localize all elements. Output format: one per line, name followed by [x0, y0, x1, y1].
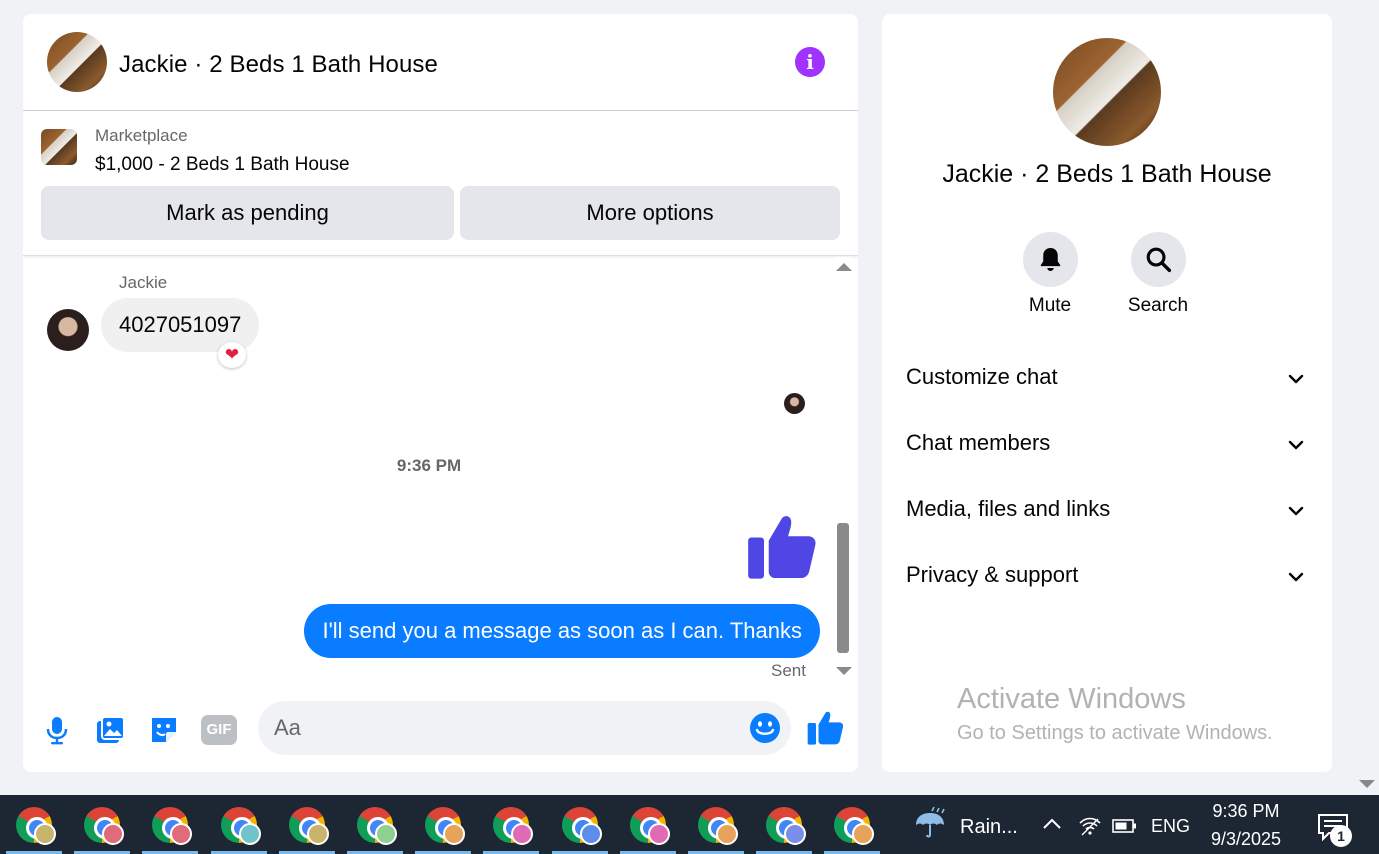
section-label: Chat members	[906, 430, 1051, 455]
taskbar-chrome-profile-5[interactable]	[278, 805, 335, 854]
section-chat-members[interactable]: Chat members	[882, 418, 1332, 468]
profile-badge-icon	[716, 823, 738, 845]
rain-umbrella-icon[interactable]	[912, 805, 948, 841]
thumbs-up-icon[interactable]	[745, 509, 821, 585]
thumbs-up-icon[interactable]	[806, 708, 846, 748]
taskbar-chrome-profile-13[interactable]	[824, 805, 881, 854]
profile-badge-icon	[375, 823, 397, 845]
more-options-button[interactable]: More options	[460, 186, 840, 240]
taskbar-chrome-profile-7[interactable]	[415, 805, 472, 854]
profile-badge-icon	[238, 823, 261, 845]
taskbar-chrome-profile-6[interactable]	[347, 805, 403, 854]
taskbar-chrome-profile-9[interactable]	[551, 805, 608, 854]
scroll-up-arrow[interactable]	[836, 263, 852, 271]
gif-label: GIF	[206, 721, 232, 738]
taskbar-chrome-profile-11[interactable]	[688, 805, 744, 854]
read-receipt-avatar	[784, 393, 805, 414]
windows-taskbar: Rain... ENG 9:36 PM 9/3/2025 1	[0, 795, 1379, 854]
info-icon[interactable]: i	[795, 47, 825, 77]
chevron-up-icon[interactable]	[1041, 813, 1063, 835]
conversation-avatar[interactable]	[47, 32, 107, 92]
section-label: Customize chat	[906, 364, 1058, 389]
search-icon	[1146, 247, 1172, 273]
battery-icon[interactable]	[1112, 817, 1138, 835]
taskbar-chrome-profile-2[interactable]	[74, 805, 131, 854]
sticker-icon[interactable]	[146, 712, 182, 748]
sender-name: Jackie	[119, 273, 168, 292]
chevron-down-icon	[1288, 440, 1304, 450]
conversation-title[interactable]: Jackie · 2 Beds 1 Bath House	[119, 51, 438, 79]
taskbar-chrome-profile-1[interactable]	[6, 805, 62, 854]
conversation-info-panel: Jackie · 2 Beds 1 Bath House Mute Search…	[882, 14, 1332, 772]
emoji-icon[interactable]	[748, 711, 782, 745]
listing-title[interactable]: $1,000 - 2 Beds 1 Bath House	[95, 154, 350, 176]
listing-thumbnail[interactable]	[41, 129, 77, 165]
photo-icon[interactable]	[92, 712, 128, 748]
timestamp-divider: 9:36 PM	[396, 456, 462, 475]
taskbar-chrome-profile-3[interactable]	[142, 805, 199, 854]
heart-reaction-icon[interactable]: ❤	[218, 342, 246, 368]
notification-count-badge: 1	[1330, 825, 1352, 847]
activate-windows-title: Activate Windows	[957, 683, 1186, 715]
sender-avatar[interactable]	[47, 309, 89, 351]
activate-windows-subtitle: Go to Settings to activate Windows.	[957, 722, 1273, 744]
clock-date[interactable]: 9/3/2025	[1196, 829, 1296, 850]
search-label: Search	[1127, 295, 1189, 316]
marketplace-listing-bar: Marketplace $1,000 - 2 Beds 1 Bath House…	[23, 112, 858, 256]
message-input[interactable]	[274, 701, 744, 755]
search-in-conversation-button[interactable]	[1131, 232, 1186, 287]
mute-label: Mute	[1028, 295, 1072, 316]
scroll-thumb[interactable]	[837, 523, 849, 653]
profile-badge-icon	[511, 823, 534, 845]
taskbar-chrome-profile-10[interactable]	[619, 805, 676, 854]
conversation-avatar-large[interactable]	[1053, 38, 1161, 146]
message-scrollbar[interactable]	[835, 257, 852, 687]
microphone-icon[interactable]	[39, 712, 75, 748]
page-scrollbar[interactable]	[1356, 0, 1379, 795]
profile-badge-icon	[170, 823, 193, 845]
profile-badge-icon	[647, 823, 670, 845]
profile-badge-icon	[443, 823, 466, 845]
profile-badge-icon	[579, 823, 602, 845]
taskbar-chrome-profile-8[interactable]	[483, 805, 540, 854]
mute-button[interactable]	[1023, 232, 1078, 287]
profile-badge-icon	[102, 823, 125, 845]
bell-icon	[1040, 248, 1061, 271]
section-customize-chat[interactable]: Customize chat	[882, 352, 1332, 402]
gif-icon[interactable]: GIF	[201, 715, 237, 745]
chevron-down-icon	[1288, 572, 1304, 582]
profile-badge-icon	[784, 823, 807, 845]
section-privacy-support[interactable]: Privacy & support	[882, 550, 1332, 600]
profile-badge-icon	[852, 823, 875, 845]
conversation-title: Jackie · 2 Beds 1 Bath House	[942, 160, 1272, 188]
outgoing-message-bubble[interactable]: I'll send you a message as soon as I can…	[304, 604, 820, 658]
mark-as-pending-button[interactable]: Mark as pending	[41, 186, 454, 240]
language-indicator[interactable]: ENG	[1151, 816, 1190, 837]
wifi-icon[interactable]	[1078, 815, 1102, 837]
chevron-down-icon	[1288, 374, 1304, 384]
taskbar-chrome-profile-12[interactable]	[756, 805, 813, 854]
scroll-down-arrow[interactable]	[836, 667, 852, 675]
section-label: Media, files and links	[906, 496, 1111, 521]
profile-badge-icon	[34, 823, 56, 845]
message-input-container[interactable]	[258, 701, 791, 755]
clock-time[interactable]: 9:36 PM	[1196, 801, 1296, 822]
chat-header: Jackie · 2 Beds 1 Bath House i	[23, 14, 858, 111]
weather-text[interactable]: Rain...	[960, 816, 1018, 839]
message-composer: GIF	[23, 692, 858, 772]
chevron-down-icon	[1288, 506, 1304, 516]
section-label: Privacy & support	[906, 562, 1079, 587]
message-list: Jackie 4027051097 ❤ 9:36 PM I'll send yo…	[23, 257, 858, 687]
chat-panel: Jackie · 2 Beds 1 Bath House i Marketpla…	[23, 14, 858, 772]
section-media-files-links[interactable]: Media, files and links	[882, 484, 1332, 534]
message-status: Sent	[771, 661, 806, 680]
listing-source: Marketplace	[95, 126, 188, 145]
profile-badge-icon	[306, 823, 329, 845]
page-scroll-down-arrow[interactable]	[1359, 780, 1375, 788]
taskbar-chrome-profile-4[interactable]	[210, 805, 267, 854]
